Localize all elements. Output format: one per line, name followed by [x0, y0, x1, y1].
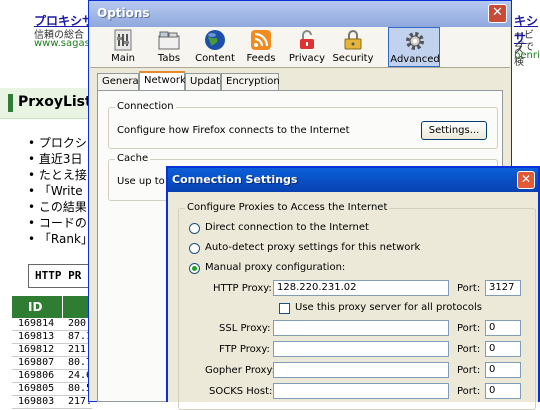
options-toolbar: Main Tabs Content Feeds Privacy Security…	[90, 27, 510, 68]
ssl-proxy-field[interactable]	[273, 320, 449, 336]
security-padlock-icon	[344, 30, 362, 50]
ftp-proxy-field[interactable]	[273, 341, 449, 357]
toolbar-advanced[interactable]: Advanced	[388, 27, 440, 67]
ftp-port-field[interactable]: 0	[485, 341, 521, 357]
tab-update[interactable]: Update	[185, 73, 226, 90]
toolbar-label: Privacy	[288, 53, 326, 64]
section-marker	[8, 94, 13, 112]
bg-ad-url-right[interactable]: benric	[514, 50, 540, 61]
tab-network[interactable]: Network	[139, 71, 186, 90]
settings-button[interactable]: Settings...	[421, 121, 487, 140]
bg-proxy-table: 169814 200. 169813 87.1 169812 211. 169807 8…	[12, 318, 92, 409]
table-row: 169812 211.	[12, 344, 92, 357]
table-row: 169806 24.6	[12, 370, 92, 383]
gopher-port-field[interactable]: 0	[485, 362, 521, 378]
ssl-proxy-label: SSL Proxy:	[219, 323, 271, 334]
ftp-proxy-label: FTP Proxy:	[219, 344, 270, 355]
toolbar-main[interactable]: Main	[100, 27, 146, 67]
table-row: 169805 80.5	[12, 383, 92, 396]
toolbar-security[interactable]: Security	[330, 27, 376, 67]
same-proxy-label[interactable]: Use this proxy server for all protocols	[295, 302, 482, 313]
content-globe-icon	[205, 30, 225, 50]
port-label: Port:	[457, 365, 481, 376]
http-proxy-field[interactable]: 128.220.231.02	[273, 280, 449, 296]
direct-connection-label[interactable]: Direct connection to the Internet	[205, 222, 369, 233]
bg-table-header-id: ID	[12, 296, 62, 318]
http-port-field[interactable]: 3127	[485, 280, 521, 296]
socks-host-label: SOCKS Host:	[209, 386, 273, 397]
socks-port-field[interactable]: 0	[485, 383, 521, 399]
port-label: Port:	[457, 323, 481, 334]
tab-encryption[interactable]: Encryption	[221, 73, 280, 90]
toolbar-label: Tabs	[157, 53, 181, 64]
proxy-config-group: Configure Proxies to Access the Internet…	[178, 202, 536, 410]
port-label: Port:	[457, 344, 481, 355]
ssl-port-field[interactable]: 0	[485, 320, 521, 336]
toolbar-label: Feeds	[246, 53, 276, 64]
toolbar-privacy[interactable]: Privacy	[284, 27, 330, 67]
table-row: 169814 200.	[12, 318, 92, 331]
manual-proxy-label[interactable]: Manual proxy configuration:	[205, 262, 345, 273]
direct-connection-radio[interactable]	[189, 223, 200, 234]
list-item: • この結果	[28, 200, 87, 214]
bg-section-header: PrxoyLists	[0, 88, 100, 119]
socks-host-field[interactable]	[273, 383, 449, 399]
connection-settings-titlebar[interactable]: Connection Settings ✕	[168, 168, 538, 192]
options-title: Options	[97, 6, 150, 20]
list-item: • 直近3日	[28, 152, 83, 166]
port-label: Port:	[457, 386, 481, 397]
connection-settings-dialog: Connection Settings ✕ Configure Proxies …	[166, 166, 540, 410]
tabs-icon	[158, 31, 180, 50]
tab-general[interactable]: General	[97, 73, 141, 90]
same-proxy-checkbox[interactable]	[279, 303, 290, 314]
close-icon[interactable]: ✕	[488, 4, 507, 23]
bg-ad-url[interactable]: www.sagas	[34, 38, 90, 49]
http-proxy-label: HTTP Proxy:	[213, 283, 272, 294]
list-item: • たとえ接	[28, 168, 87, 182]
options-titlebar[interactable]: Options ✕	[89, 1, 511, 27]
connection-group: Connection Configure how Firefox connect…	[108, 101, 498, 149]
toolbar-label: Advanced	[390, 54, 440, 65]
close-icon[interactable]: ✕	[517, 171, 535, 189]
toolbar-content[interactable]: Content	[192, 27, 238, 67]
auto-detect-radio[interactable]	[189, 243, 200, 254]
connection-description: Configure how Firefox connects to the In…	[117, 125, 350, 136]
toolbar-label: Content	[195, 53, 235, 64]
toolbar-label: Main	[111, 53, 135, 64]
toolbar-label: Security	[332, 53, 374, 64]
list-item: • 「Rank」	[28, 232, 93, 246]
connection-settings-title: Connection Settings	[172, 173, 298, 186]
toolbar-tabs[interactable]: Tabs	[146, 27, 192, 67]
list-item: • コードの	[28, 216, 87, 230]
table-row: 169813 87.1	[12, 331, 92, 344]
auto-detect-label[interactable]: Auto-detect proxy settings for this netw…	[205, 242, 420, 253]
list-item: • プロクシ	[28, 136, 87, 150]
list-item: • 「Write	[28, 184, 83, 198]
port-label: Port:	[457, 283, 481, 294]
toolbar-feeds[interactable]: Feeds	[238, 27, 284, 67]
table-row: 169807 80.7	[12, 357, 92, 370]
privacy-lock-icon	[300, 30, 314, 49]
bg-bullet-list: • プロクシ • 直近3日 • たとえ接 • 「Write • この結果 • コ…	[28, 134, 93, 246]
cache-description: Use up to	[117, 176, 165, 187]
gopher-proxy-label: Gopher Proxy:	[205, 365, 276, 376]
feeds-icon	[251, 30, 271, 50]
gopher-proxy-field[interactable]	[273, 362, 449, 378]
proxy-group-title: Configure Proxies to Access the Internet	[185, 202, 390, 213]
manual-proxy-radio[interactable]	[189, 263, 200, 274]
main-icon	[114, 29, 132, 51]
connection-group-title: Connection	[115, 101, 176, 112]
table-row: 169803 217.	[12, 396, 92, 409]
cache-group-title: Cache	[115, 153, 151, 164]
advanced-gear-icon	[406, 32, 424, 50]
